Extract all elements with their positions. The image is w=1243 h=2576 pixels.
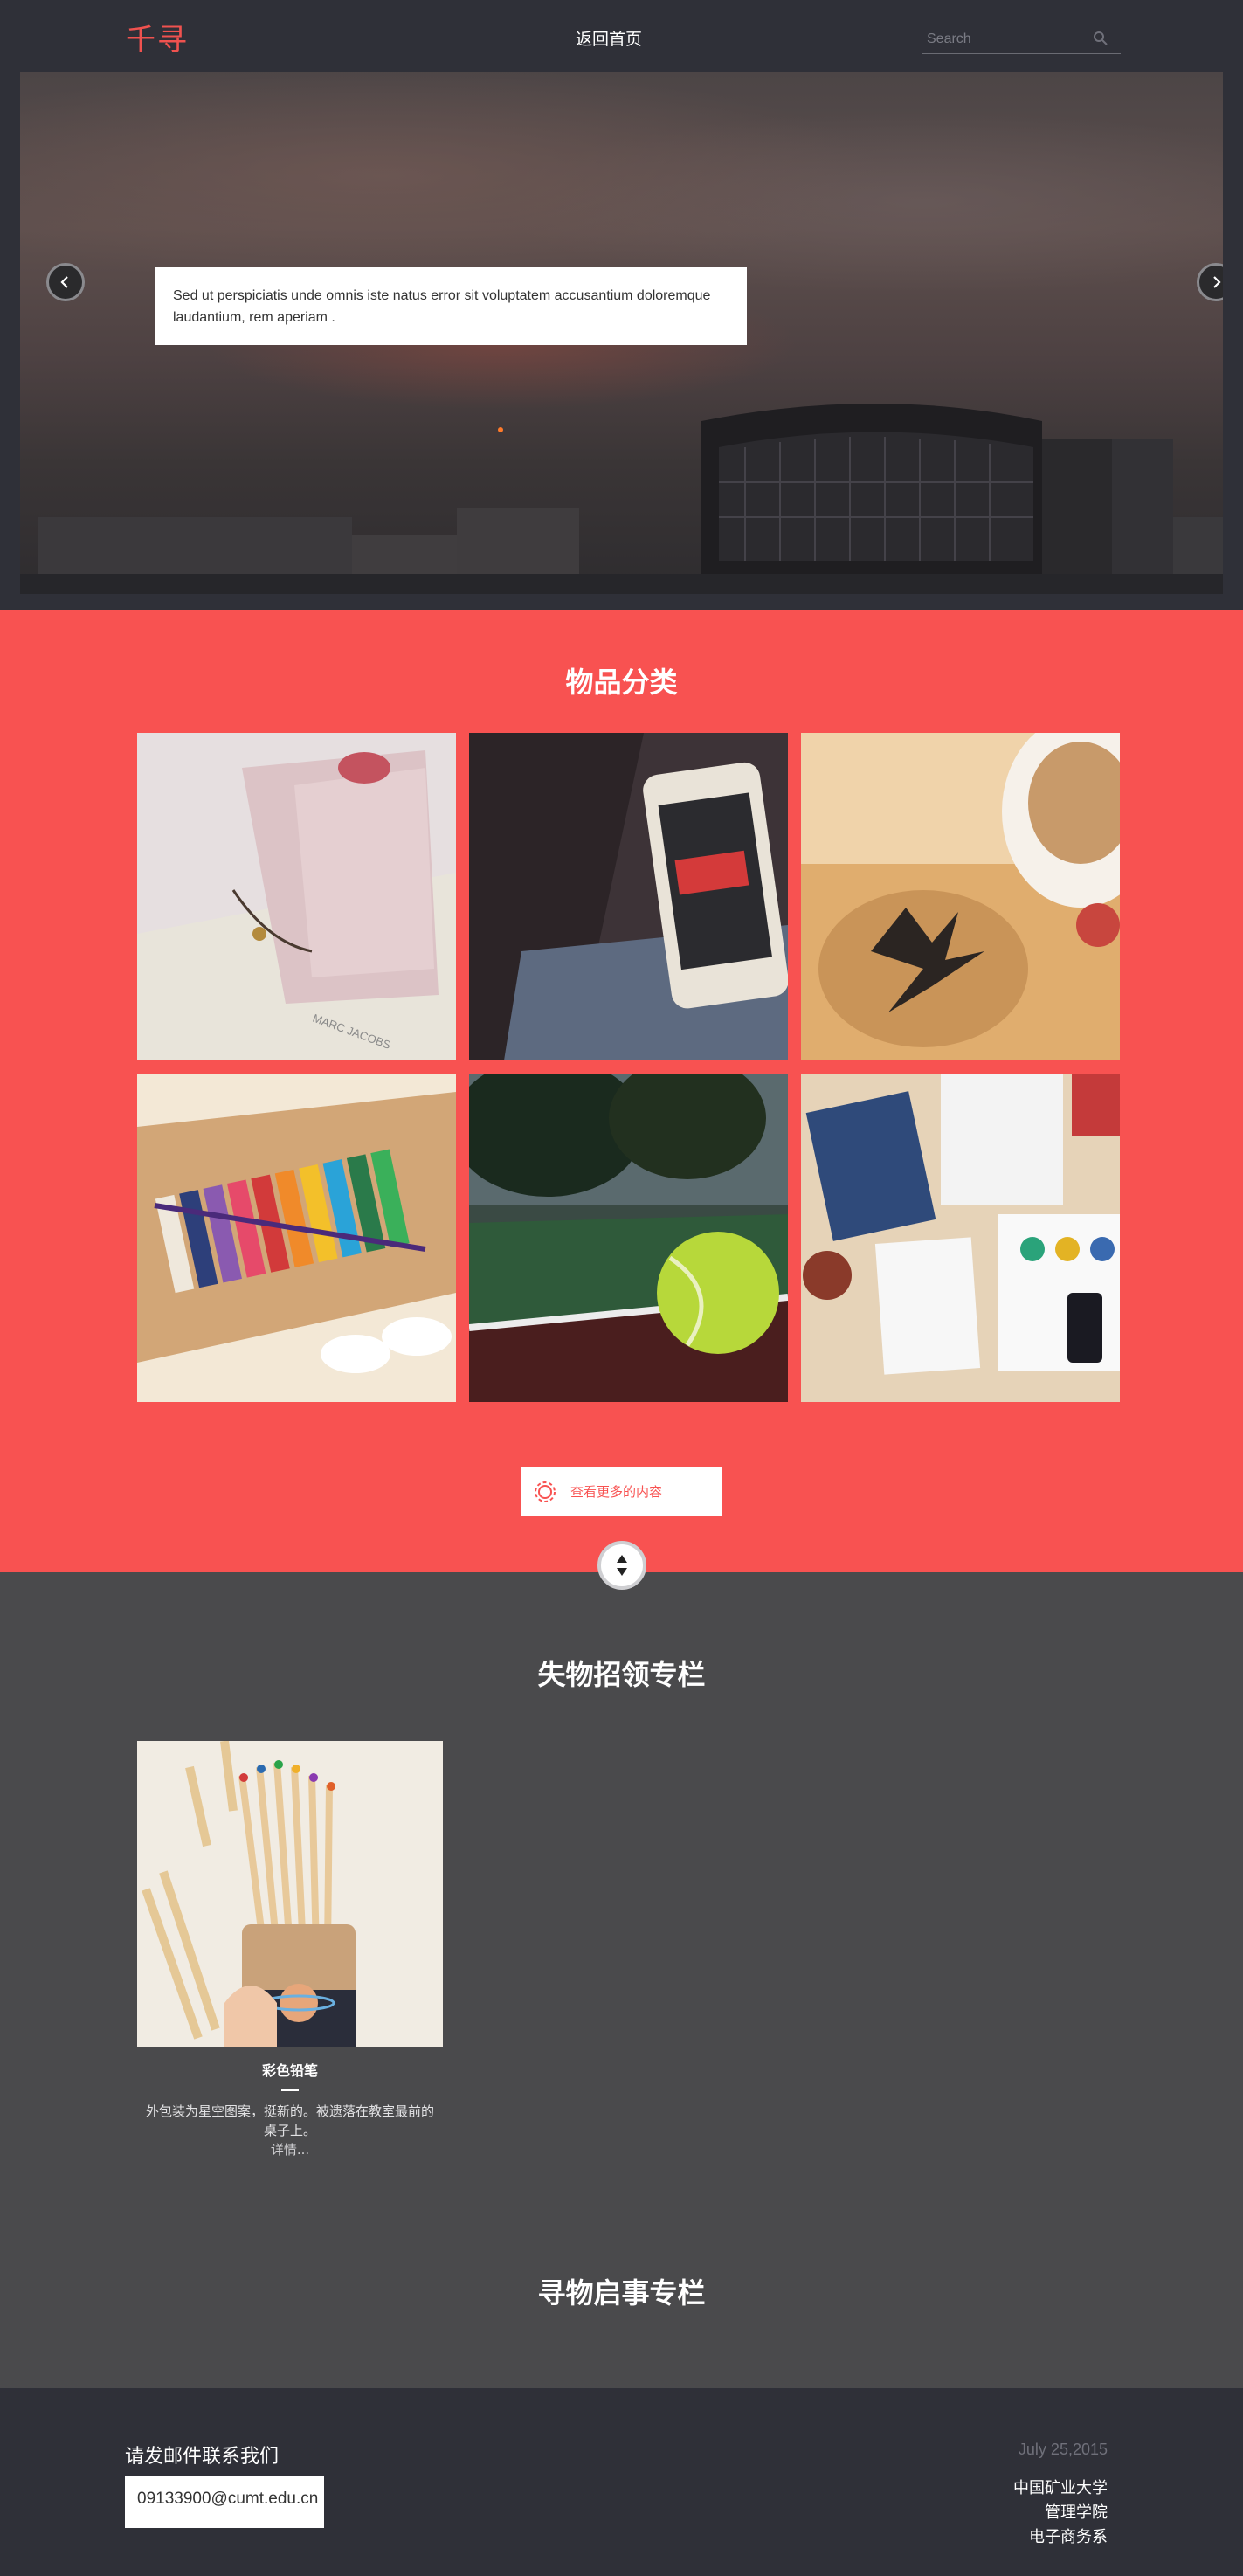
- search-input[interactable]: [927, 28, 1084, 51]
- hero-slider: Sed ut perspiciatis unde omnis iste natu…: [20, 72, 1223, 594]
- site-logo[interactable]: 千寻: [126, 16, 189, 59]
- seek-section-title: 寻物启事专栏: [537, 2276, 706, 2310]
- email-address[interactable]: 09133900@cumt.edu.cn: [125, 2476, 324, 2528]
- paints-photo: [137, 1074, 456, 1402]
- slide-caption: Sed ut perspiciatis unde omnis iste natu…: [155, 267, 747, 345]
- divider: [281, 2089, 299, 2091]
- nav-home-link[interactable]: 返回首页: [576, 26, 642, 50]
- lost-item-description: 外包装为星空图案，挺新的。被遗落在教室最前的桌子上。: [145, 2103, 434, 2138]
- desk-photo: [801, 1074, 1120, 1402]
- lost-item-name: 彩色铅笔: [261, 2062, 318, 2079]
- gear-icon: [535, 1481, 556, 1502]
- up-down-arrows-icon: [617, 1555, 627, 1576]
- org-university: 中国矿业大学: [1013, 2479, 1108, 2497]
- category-tile-paints[interactable]: [137, 1074, 456, 1402]
- phone-photo: [469, 733, 788, 1060]
- chevron-right-icon: [1213, 276, 1221, 288]
- lost-found-section: 失物招领专栏 彩色铅笔 外包装为星空图案，挺新的。被遗落在教室最前的桌子上。 详…: [0, 1572, 1243, 2388]
- footer-date: July 25,2015: [1018, 2441, 1108, 2458]
- category-tile-coaster[interactable]: [801, 733, 1120, 1060]
- search-box: [922, 24, 1121, 54]
- org-department: 电子商务系: [1029, 2528, 1108, 2546]
- coaster-photo: [801, 733, 1120, 1060]
- category-section: 物品分类 MARC JACOBS 查看更多的内容: [0, 610, 1243, 1572]
- contact-title: 请发邮件联系我们: [125, 2446, 280, 2468]
- slide-caption-text: Sed ut perspiciatis unde omnis iste natu…: [173, 288, 711, 325]
- category-tile-wallet[interactable]: MARC JACOBS: [137, 733, 456, 1060]
- lost-item-card[interactable]: 彩色铅笔 外包装为星空图案，挺新的。被遗落在教室最前的桌子上。 详情...: [137, 1741, 443, 2158]
- org-school: 管理学院: [1045, 2503, 1108, 2522]
- tennis-ball-photo: [469, 1074, 788, 1402]
- lost-found-title: 失物招领专栏: [537, 1658, 706, 1691]
- lost-item-image: [137, 1741, 443, 2047]
- category-section-title: 物品分类: [565, 666, 678, 699]
- view-more-label: 查看更多的内容: [570, 1484, 663, 1500]
- top-header: 千寻 返回首页: [0, 0, 1243, 72]
- view-more-button[interactable]: 查看更多的内容: [521, 1467, 722, 1516]
- wallet-photo: MARC JACOBS: [137, 733, 456, 1060]
- search-icon[interactable]: [1093, 31, 1108, 46]
- colored-pencils-photo: [137, 1741, 443, 2047]
- footer: 请发邮件联系我们 09133900@cumt.edu.cn July 25,20…: [0, 2388, 1243, 2576]
- section-toggle-button[interactable]: [597, 1541, 646, 1590]
- category-tile-phone[interactable]: [469, 733, 788, 1060]
- lost-item-detail-link[interactable]: 详情...: [137, 2140, 443, 2158]
- chevron-left-icon: [60, 276, 68, 288]
- category-tile-tennis[interactable]: [469, 1074, 788, 1402]
- category-tile-desk[interactable]: [801, 1074, 1120, 1402]
- slider-prev-button[interactable]: [46, 263, 85, 301]
